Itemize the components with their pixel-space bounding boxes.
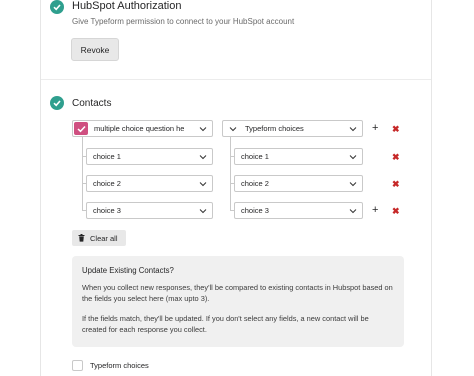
choice-left-label: choice 1 bbox=[93, 152, 121, 161]
section-divider bbox=[41, 79, 431, 80]
contacts-complete-check-icon bbox=[50, 96, 64, 110]
remove-choice-icon[interactable]: ✖ bbox=[392, 152, 400, 162]
choice-left-select[interactable]: choice 2 bbox=[86, 175, 213, 192]
choice-right-select[interactable]: choice 1 bbox=[234, 148, 363, 165]
auth-complete-check-icon bbox=[50, 0, 64, 14]
clear-all-label: Clear all bbox=[90, 233, 118, 243]
choice-left-select[interactable]: choice 3 bbox=[86, 202, 213, 219]
choice-left-label: choice 3 bbox=[93, 206, 121, 215]
left-tree-line bbox=[82, 137, 83, 211]
auth-description: Give Typeform permission to connect to y… bbox=[72, 17, 295, 26]
choice-right-label: choice 1 bbox=[241, 152, 269, 161]
auth-section-title: HubSpot Authorization bbox=[72, 0, 182, 12]
choice-left-label: choice 2 bbox=[93, 179, 121, 188]
choice-right-select[interactable]: choice 2 bbox=[234, 175, 363, 192]
remove-choice-icon[interactable]: ✖ bbox=[392, 206, 400, 216]
choice-right-label: choice 3 bbox=[241, 206, 269, 215]
choice-left-select[interactable]: choice 1 bbox=[86, 148, 213, 165]
choice-right-select[interactable]: choice 3 bbox=[234, 202, 363, 219]
typeform-field-select[interactable]: Typeform choices bbox=[222, 120, 363, 137]
chevron-down-icon bbox=[349, 155, 357, 160]
question-field-label: multiple choice question he bbox=[94, 124, 185, 133]
clear-all-button[interactable]: Clear all bbox=[72, 230, 126, 246]
remove-mapping-icon[interactable]: ✖ bbox=[392, 124, 400, 134]
chevron-down-icon bbox=[349, 182, 357, 187]
expand-chevron-icon bbox=[229, 125, 237, 133]
chevron-down-icon bbox=[349, 127, 357, 132]
chevron-down-icon bbox=[349, 209, 357, 214]
chevron-down-icon bbox=[199, 127, 207, 132]
remove-choice-icon[interactable]: ✖ bbox=[392, 179, 400, 189]
info-paragraph: When you collect new responses, they'll … bbox=[82, 283, 393, 303]
add-mapping-plus-icon[interactable]: + bbox=[372, 123, 378, 134]
update-contacts-info-box: Update Existing Contacts? When you colle… bbox=[72, 256, 404, 347]
typeform-choices-checkbox-label[interactable]: Typeform choices bbox=[90, 361, 149, 370]
chevron-down-icon bbox=[199, 182, 207, 187]
chevron-down-icon bbox=[199, 209, 207, 214]
contacts-section-title: Contacts bbox=[72, 98, 112, 109]
choice-right-label: choice 2 bbox=[241, 179, 269, 188]
typeform-field-label: Typeform choices bbox=[245, 124, 304, 133]
right-tree-line bbox=[230, 137, 231, 211]
info-title: Update Existing Contacts? bbox=[82, 266, 174, 275]
revoke-button[interactable]: Revoke bbox=[71, 38, 119, 61]
question-field-select[interactable]: multiple choice question he bbox=[72, 120, 213, 137]
info-paragraph: If the fields match, they'll be updated.… bbox=[82, 314, 369, 334]
typeform-choices-checkbox[interactable] bbox=[72, 360, 83, 371]
trash-icon bbox=[78, 234, 85, 242]
chevron-down-icon bbox=[199, 155, 207, 160]
add-choice-plus-icon[interactable]: + bbox=[372, 205, 378, 216]
question-type-checkbox-icon bbox=[74, 122, 88, 135]
